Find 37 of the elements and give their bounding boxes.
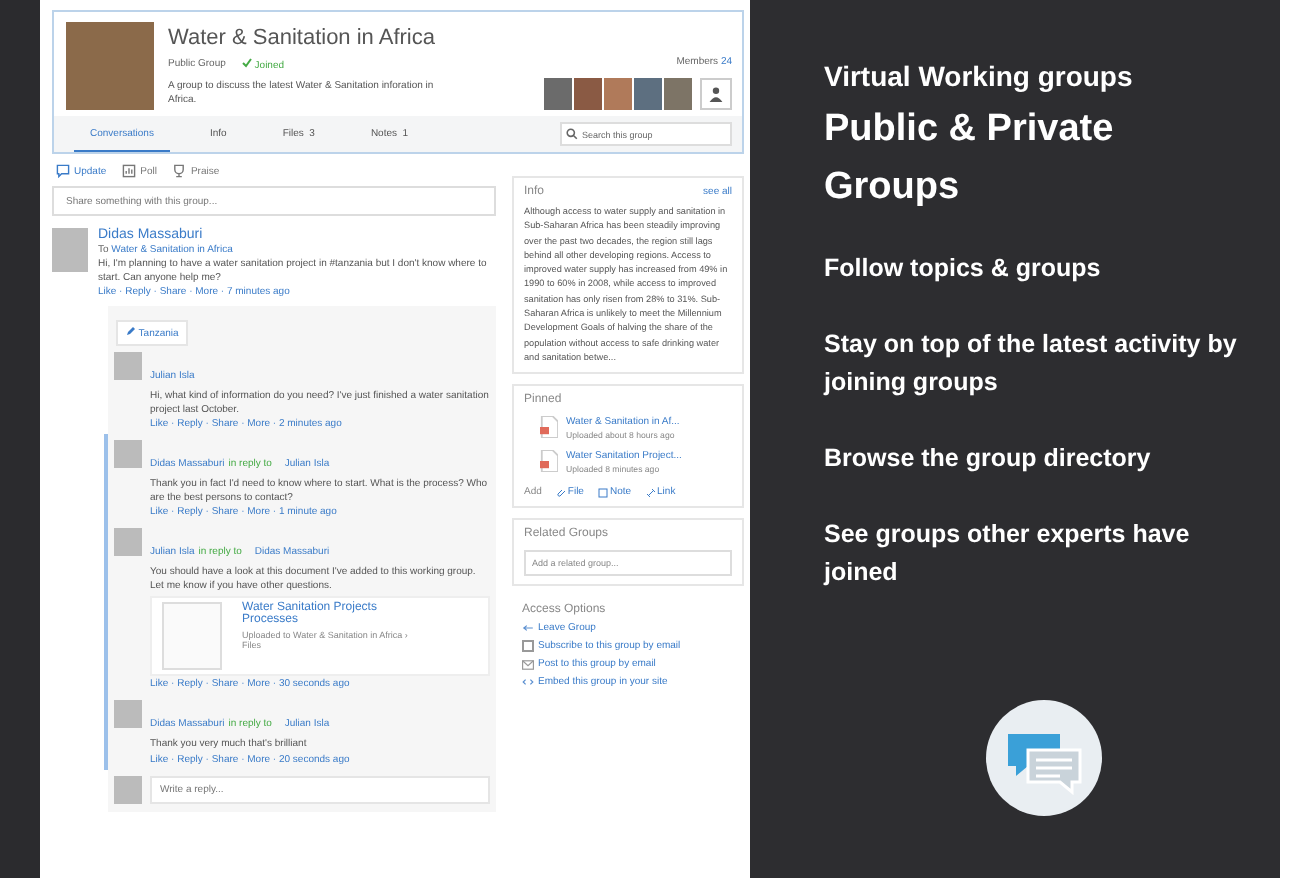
arrow-left-icon bbox=[522, 624, 534, 633]
feature-text: Stay on top of the latest activity by joining groups bbox=[824, 328, 1239, 400]
chat-bubbles-icon bbox=[984, 698, 1104, 818]
avatar-placeholder bbox=[114, 528, 142, 556]
feature-text: See groups other experts have joined bbox=[824, 518, 1192, 590]
speech-bubble-icon bbox=[56, 164, 70, 178]
paperclip-icon bbox=[555, 487, 566, 498]
member-photo-placeholder[interactable] bbox=[574, 78, 602, 110]
avatar-placeholder bbox=[52, 228, 88, 272]
trophy-icon bbox=[172, 164, 187, 178]
avatar-placeholder bbox=[114, 352, 142, 380]
avatar-placeholder bbox=[114, 440, 142, 468]
promo-subtitle: Virtual Working groups bbox=[824, 60, 1135, 92]
link-icon bbox=[645, 487, 656, 498]
search-icon bbox=[566, 128, 578, 140]
add-member-button[interactable] bbox=[700, 78, 732, 110]
photo-placeholder bbox=[66, 22, 154, 110]
avatar-placeholder bbox=[114, 700, 142, 728]
checkbox[interactable] bbox=[522, 640, 534, 653]
avatar-placeholder bbox=[114, 775, 142, 803]
document-icon bbox=[540, 416, 558, 439]
chart-icon bbox=[122, 164, 137, 178]
document-thumbnail bbox=[162, 602, 222, 670]
member-photo-placeholder[interactable] bbox=[544, 78, 572, 110]
group-title: Water & Sanitation in Africa bbox=[168, 26, 437, 50]
envelope-icon bbox=[522, 659, 534, 670]
member-photo-placeholder[interactable] bbox=[604, 78, 632, 110]
document-icon bbox=[540, 450, 558, 473]
member-photo-placeholder[interactable] bbox=[634, 78, 662, 110]
checkmark-icon bbox=[241, 58, 252, 68]
promo-title: Public & Private Groups bbox=[824, 106, 1116, 212]
code-icon bbox=[522, 678, 534, 687]
feature-text: Follow topics & groups bbox=[824, 252, 1103, 286]
feature-text: Browse the group directory bbox=[824, 442, 1153, 476]
pencil-icon bbox=[126, 326, 136, 336]
person-icon bbox=[708, 86, 724, 102]
note-icon bbox=[597, 487, 608, 498]
